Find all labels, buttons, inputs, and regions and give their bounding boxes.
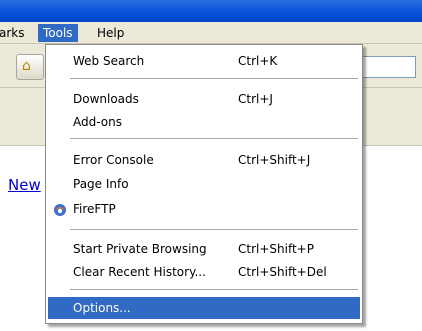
menu-separator [70,229,358,230]
home-button[interactable]: ⌂ [16,54,44,80]
menu-separator [70,78,358,79]
menu-item-fireftp[interactable]: FireFTP [48,198,360,220]
home-icon: ⌂ [22,58,31,74]
menu-item-page-info[interactable]: Page Info [48,173,360,195]
menu-item-label: Web Search [73,54,145,68]
menu-item-error-console[interactable]: Error Console Ctrl+Shift+J [48,149,360,171]
menu-separator [70,138,358,139]
tools-menu: Web Search Ctrl+K Downloads Ctrl+J Add-o… [45,44,363,324]
menu-item-label: Page Info [73,177,129,191]
menu-bookmarks[interactable]: arks [0,24,30,42]
menu-item-label: Error Console [73,153,154,167]
menu-item-label: Downloads [73,92,139,106]
menu-separator [70,289,358,290]
title-bar [0,0,422,22]
menu-item-label: Start Private Browsing [73,242,207,256]
menu-item-shortcut: Ctrl+K [238,54,278,68]
menu-item-downloads[interactable]: Downloads Ctrl+J [48,88,360,110]
menu-item-options[interactable]: Options... [48,297,360,319]
page-link[interactable]: New [8,176,41,194]
menu-item-shortcut: Ctrl+J [238,92,273,106]
menu-item-label: Add-ons [73,115,122,129]
menu-item-shortcut: Ctrl+Shift+P [238,242,314,256]
menu-item-start-private-browsing[interactable]: Start Private Browsing Ctrl+Shift+P [48,238,360,260]
menu-item-clear-recent-history[interactable]: Clear Recent History... Ctrl+Shift+Del [48,261,360,283]
menu-bar: arks Tools Help [0,22,422,44]
menu-item-label: FireFTP [73,202,116,216]
menu-item-add-ons[interactable]: Add-ons [48,111,360,133]
menu-tools[interactable]: Tools [38,24,78,42]
menu-item-label: Options... [73,301,131,315]
menu-item-shortcut: Ctrl+Shift+Del [238,265,327,279]
menu-help[interactable]: Help [92,24,129,42]
browser-window: arks Tools Help ⌂ New Web Search Ctrl+K … [0,0,422,331]
fireftp-icon [54,204,66,216]
menu-item-shortcut: Ctrl+Shift+J [238,153,311,167]
menu-item-label: Clear Recent History... [73,265,206,279]
menu-item-web-search[interactable]: Web Search Ctrl+K [48,50,360,72]
